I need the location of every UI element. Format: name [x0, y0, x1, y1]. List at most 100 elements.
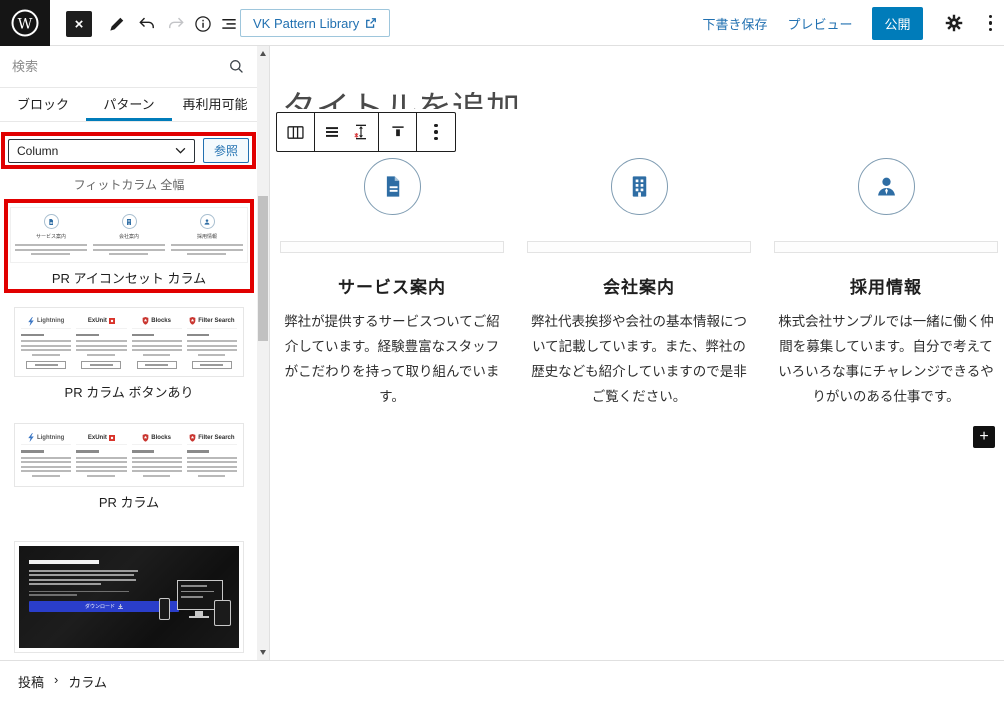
options-menu-button[interactable] — [985, 11, 997, 36]
preview-mini-column: ExUnit — [76, 431, 127, 479]
tab-reusable-label: 再利用可能 — [182, 96, 248, 112]
column-heading[interactable]: 会社案内 — [527, 273, 751, 298]
preview-mini-title: サービス案内 — [35, 234, 66, 240]
empty-block-placeholder[interactable] — [527, 241, 751, 253]
pencil-icon — [110, 17, 124, 31]
tab-reusable[interactable]: 再利用可能 — [172, 88, 258, 121]
column-company[interactable]: 会社案内 弊社代表挨拶や会社の基本情報について記載しています。また、弊社の歴史な… — [527, 158, 751, 410]
info-icon — [195, 16, 211, 32]
svg-text:W: W — [18, 16, 33, 32]
pattern-item-pr-iconset[interactable]: サービス案内 会社案内 採用情報 PR アイコンセット カラム — [4, 199, 254, 293]
post-title-clipped[interactable]: タイトルを追加 — [282, 92, 552, 109]
column-text[interactable]: 株式会社サンプルでは一緒に働く仲間を募集しています。自分で考えていろいろな事にチ… — [774, 310, 998, 410]
scrollbar-thumb[interactable] — [258, 196, 268, 341]
undo-icon — [139, 17, 154, 29]
topbar-right-actions: 下書き保存 プレビュー 公開 — [702, 0, 996, 46]
preview-mini-column: Lightning — [21, 315, 72, 369]
empty-block-placeholder[interactable] — [774, 241, 998, 253]
column-recruit[interactable]: 採用情報 株式会社サンプルでは一緒に働く仲間を募集しています。自分で考えていろい… — [774, 158, 998, 410]
column-text[interactable]: 弊社が提供するサービスついてご紹介しています。経験豊富なスタッフがこだわりを持っ… — [280, 310, 504, 410]
inserter-panel: ブロック パターン 再利用可能 Column 参照 フィットカラム 全幅 — [0, 46, 258, 660]
editor-topbar: W × VK Pattern Library 下書き保存 プレビュー 公開 — [0, 0, 1004, 46]
preview-mini-title: 会社案内 — [118, 234, 139, 240]
list-view-button[interactable] — [216, 11, 242, 37]
banner-preview: ダウンロード — [19, 546, 239, 648]
download-icon — [118, 603, 123, 609]
logo-label: Lightning — [36, 318, 65, 324]
column-text[interactable]: 弊社代表挨拶や会社の基本情報について記載しています。また、弊社の歴史なども紹介し… — [527, 310, 751, 410]
vk-height-spacer-icon[interactable] — [351, 122, 371, 142]
details-button[interactable] — [190, 11, 216, 37]
blocks-logo: Blocks — [131, 315, 182, 329]
empty-block-placeholder[interactable] — [280, 241, 504, 253]
preview-button[interactable]: プレビュー — [787, 14, 852, 33]
tab-patterns[interactable]: パターン — [86, 88, 172, 121]
close-inserter-button[interactable]: × — [66, 11, 92, 37]
column-heading[interactable]: サービス案内 — [280, 273, 504, 298]
banner-download-label: ダウンロード — [84, 603, 115, 610]
wordpress-logo[interactable]: W — [0, 0, 50, 46]
justify-icon[interactable] — [323, 123, 341, 141]
preview-mini-column: Blocks — [131, 315, 182, 369]
column-service[interactable]: サービス案内 弊社が提供するサービスついてご紹介しています。経験豊富なスタッフが… — [280, 158, 504, 410]
block-options-button[interactable] — [417, 113, 455, 151]
pattern-preview-pr-buttons[interactable]: Lightning ExUnit Blocks Filter Search — [14, 306, 244, 377]
scroll-down-arrow[interactable] — [259, 650, 266, 655]
vk-pattern-library-label: VK Pattern Library — [253, 15, 360, 31]
kebab-icon — [430, 120, 442, 145]
preview-text-lines — [15, 244, 87, 258]
lightning-logo: Lightning — [21, 315, 72, 329]
preview-mini-button — [26, 361, 67, 369]
search-icon — [230, 60, 243, 73]
browse-button[interactable]: 参照 — [203, 138, 249, 163]
vk-pattern-library-button[interactable]: VK Pattern Library — [240, 9, 391, 37]
pattern-preview-pr-column[interactable]: Lightning ExUnit Blocks Filter Search — [14, 423, 244, 487]
pattern-label-pr-column[interactable]: PR カラム — [0, 492, 258, 511]
tab-blocks[interactable]: ブロック — [0, 88, 86, 121]
pattern-label-fit-column[interactable]: フィットカラム 全幅 — [0, 176, 258, 193]
preview-mini-column: Filter Search — [186, 315, 237, 369]
pr-iconset-columns-block[interactable]: サービス案内 弊社が提供するサービスついてご紹介しています。経験豊富なスタッフが… — [280, 158, 998, 410]
phone-mockup — [159, 598, 170, 620]
breadcrumb-chevron: › — [54, 672, 59, 687]
pattern-category-select[interactable]: Column — [8, 138, 195, 163]
preview-mini-column: 会社案内 — [93, 214, 165, 258]
redo-button[interactable] — [163, 11, 189, 37]
scroll-up-arrow[interactable] — [259, 51, 266, 56]
building-icon — [121, 214, 137, 229]
pattern-preview-banner[interactable]: ダウンロード — [14, 541, 244, 653]
wordpress-block-editor: W × VK Pattern Library 下書き保存 プレビュー 公開 検索… — [0, 0, 1004, 704]
preview-mini-column: サービス案内 — [15, 214, 87, 258]
breadcrumb-post[interactable]: 投稿 — [18, 672, 44, 691]
sidebar-scrollbar[interactable] — [257, 46, 269, 660]
filter-search-logo: Filter Search — [186, 315, 237, 329]
device-mockups — [159, 580, 231, 638]
align-top-icon — [391, 126, 404, 137]
logo-label: ExUnit — [87, 434, 107, 441]
settings-gear-icon[interactable] — [943, 12, 965, 34]
preview-mini-button — [191, 361, 232, 369]
column-heading[interactable]: 採用情報 — [774, 273, 998, 298]
building-icon — [610, 158, 668, 215]
preview-mini-column: Blocks — [131, 431, 182, 479]
document-icon — [363, 158, 421, 215]
preview-mini-title: 採用情報 — [196, 234, 217, 240]
preview-mini-column: Lightning — [21, 431, 72, 479]
publish-button[interactable]: 公開 — [872, 6, 923, 40]
pattern-label-pr-buttons[interactable]: PR カラム ボタンあり — [0, 382, 258, 401]
exunit-logo: ExUnit — [76, 431, 127, 445]
columns-block-button[interactable] — [277, 113, 315, 151]
filter-search-logo: Filter Search — [186, 431, 237, 445]
breadcrumb-column[interactable]: カラム — [68, 672, 107, 691]
logo-label: Blocks — [151, 434, 171, 441]
edit-pencil-button[interactable] — [104, 11, 130, 37]
vertical-align-top-button[interactable] — [379, 113, 417, 151]
inserter-sidebar: ブロック パターン 再利用可能 Column 参照 フィットカラム 全幅 — [0, 46, 270, 660]
search-input[interactable] — [12, 59, 227, 74]
add-block-button[interactable]: + — [973, 426, 995, 448]
pattern-category-value: Column — [17, 143, 59, 158]
banner-download-button: ダウンロード — [29, 600, 179, 612]
save-draft-button[interactable]: 下書き保存 — [702, 14, 767, 33]
undo-button[interactable] — [134, 11, 160, 37]
post-title-placeholder: タイトルを追加 — [282, 92, 552, 109]
